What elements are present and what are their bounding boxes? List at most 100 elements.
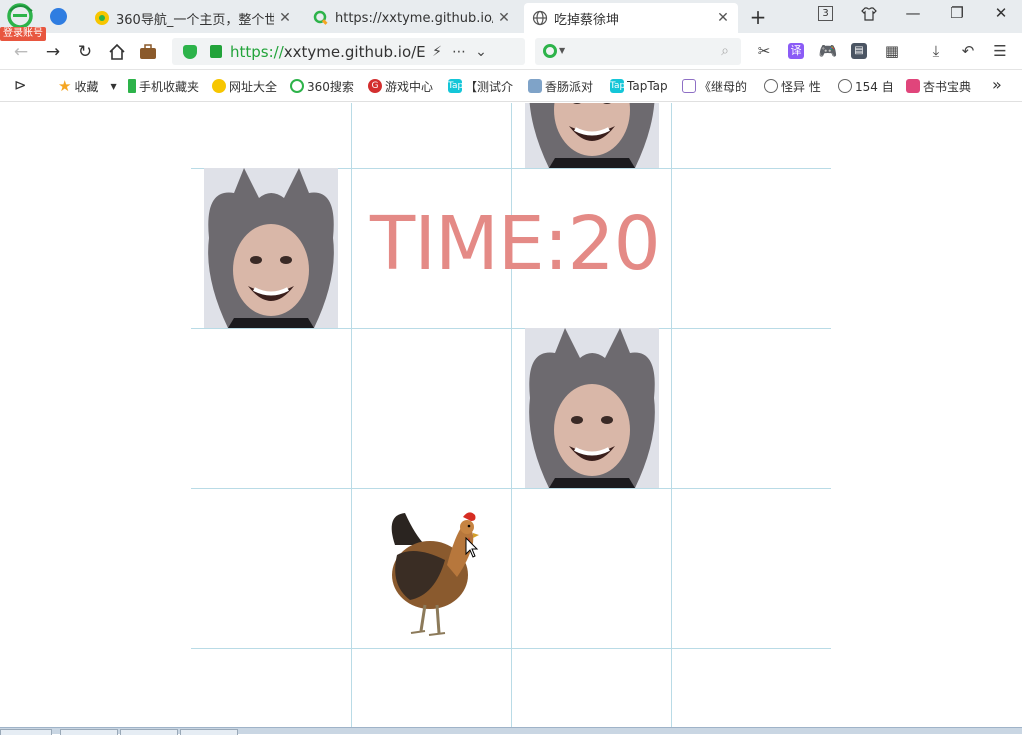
- bookmarks-bar: ⊳ ★ 收藏 ▼ 手机收藏夹 网址大全 360搜索 G 游戏中心 Tap 【测试介 香肠…: [0, 70, 1022, 102]
- bookmark-taptap[interactable]: Tap TapTap: [610, 77, 676, 95]
- star-icon: ★: [58, 77, 72, 95]
- bookmark-url-directory[interactable]: 网址大全: [212, 77, 284, 95]
- tab-title: 360导航_一个主页，整个世界: [116, 12, 274, 28]
- back-arrow-icon[interactable]: ←: [10, 41, 32, 63]
- book-icon: [906, 79, 920, 93]
- bookmark-book[interactable]: 杏书宝典: [906, 77, 976, 95]
- login-badge[interactable]: 登录账号: [0, 27, 46, 41]
- url-text[interactable]: https://xxtyme.github.io/EatC: [230, 43, 426, 61]
- tab-eat-game[interactable]: 吃掉蔡徐坤 ✕: [524, 3, 738, 33]
- tab-close-icon[interactable]: ✕: [278, 10, 292, 26]
- face-tile[interactable]: [204, 168, 338, 328]
- bookmark-label: 《继母的: [699, 79, 748, 94]
- bookmark-label: 收藏: [74, 79, 99, 94]
- chicken-tile[interactable]: [385, 505, 481, 641]
- download-icon[interactable]: ⤓: [926, 42, 946, 60]
- globe-icon: [838, 79, 852, 93]
- tab-title: https://xxtyme.github.io/EatC: [335, 10, 493, 26]
- tab-count-badge[interactable]: 3: [818, 6, 833, 21]
- apps-grid-icon[interactable]: ▦: [882, 42, 902, 60]
- reload-icon[interactable]: ↻: [74, 41, 96, 63]
- bookmark-strange[interactable]: 怪异 性: [764, 77, 826, 95]
- home-icon[interactable]: [108, 43, 126, 61]
- taskbar-start[interactable]: [0, 729, 52, 735]
- bookmark-sausage-party[interactable]: 香肠派对: [528, 77, 598, 95]
- bilibili-icon: [682, 79, 696, 93]
- face-tile[interactable]: [525, 328, 659, 488]
- engine-dropdown-icon[interactable]: ▼: [559, 46, 565, 55]
- bookmark-label: 手机收藏夹: [139, 79, 200, 94]
- tab-close-icon[interactable]: ✕: [497, 10, 511, 26]
- chevron-down-icon[interactable]: ⌄: [470, 44, 492, 60]
- lock-icon[interactable]: [210, 45, 222, 58]
- bookmark-label: 【测试介: [465, 79, 514, 94]
- bookmark-label: TapTap: [627, 79, 668, 93]
- new-tab-button[interactable]: +: [748, 5, 768, 29]
- bookmark-mobile-favorites[interactable]: 手机收藏夹: [128, 77, 206, 95]
- tab-title: 吃掉蔡徐坤: [554, 12, 620, 28]
- tab-close-icon[interactable]: ✕: [716, 10, 730, 26]
- search-favicon-icon: [313, 10, 328, 25]
- bookmark-360-search[interactable]: 360搜索: [290, 77, 360, 95]
- gamepad-icon[interactable]: 🎮: [818, 42, 838, 60]
- os-taskbar: [0, 727, 1022, 735]
- bookmark-game-center[interactable]: G 游戏中心: [368, 77, 440, 95]
- address-bar[interactable]: https://xxtyme.github.io/EatC ⚡ ⋯ ⌄: [172, 38, 525, 65]
- close-window-button[interactable]: ✕: [990, 4, 1012, 24]
- image-icon: [528, 79, 542, 93]
- bookmark-stepmother[interactable]: 《继母的: [682, 77, 752, 95]
- taskbar-app[interactable]: [120, 729, 178, 735]
- search-box[interactable]: ▼ ⌕: [535, 38, 741, 65]
- undo-icon[interactable]: ↶: [958, 42, 978, 60]
- search-icon[interactable]: ⌕: [721, 43, 729, 59]
- mouse-cursor-icon: [465, 537, 479, 558]
- globe-icon: [764, 79, 778, 93]
- taskbar-app[interactable]: [60, 729, 118, 735]
- browser-toolbar: ← → ↻ https://xxtyme.github.io/EatC ⚡ ⋯ …: [0, 33, 1022, 70]
- face-tile[interactable]: [525, 103, 659, 168]
- globe-favicon-icon: [532, 10, 548, 26]
- bookmark-label: 154 自: [855, 79, 894, 94]
- taptap-icon: Tap: [448, 79, 464, 93]
- tab-360-navigation[interactable]: 360导航_一个主页，整个世界 ✕: [86, 3, 300, 33]
- tab-strip: 登录账号 360导航_一个主页，整个世界 ✕ https://xxtyme.gi…: [0, 0, 1022, 41]
- 360-nav-icon: [212, 79, 226, 93]
- 360-search-icon: [290, 79, 304, 93]
- scissors-icon[interactable]: ✂: [754, 42, 774, 60]
- bookmark-test[interactable]: Tap 【测试介: [448, 77, 518, 95]
- url-host: xxtyme.github.io/EatC: [283, 42, 426, 61]
- menu-icon[interactable]: ☰: [990, 42, 1010, 60]
- more-options-icon[interactable]: ⋯: [448, 44, 470, 60]
- bookmark-label: 怪异 性: [781, 79, 821, 94]
- reader-icon[interactable]: ▤: [851, 43, 867, 59]
- minimize-button[interactable]: —: [902, 4, 924, 24]
- forward-arrow-icon[interactable]: →: [42, 41, 64, 63]
- bookmark-label: 杏书宝典: [923, 79, 972, 94]
- shirt-skin-icon[interactable]: [861, 6, 877, 22]
- taptap-icon: Tap: [610, 79, 626, 93]
- bookmark-154[interactable]: 154 自: [838, 77, 896, 95]
- phone-icon: [128, 79, 136, 93]
- sidebar-toggle-icon[interactable]: ⊳: [14, 76, 27, 94]
- grid-line: [191, 648, 831, 649]
- bookmark-favorites[interactable]: ★ 收藏 ▼: [58, 77, 130, 95]
- grid-line: [351, 103, 352, 727]
- 360-favicon-icon: [95, 11, 109, 25]
- tab-github-page[interactable]: https://xxtyme.github.io/EatC ✕: [305, 3, 519, 33]
- briefcase-icon[interactable]: [139, 43, 157, 61]
- bookmark-label: 香肠派对: [545, 79, 594, 94]
- translate-icon[interactable]: 译: [788, 43, 804, 59]
- restore-button[interactable]: ❐: [946, 4, 968, 24]
- security-shield-icon[interactable]: [183, 44, 197, 59]
- lightning-icon[interactable]: ⚡: [426, 44, 448, 60]
- grid-line: [191, 488, 831, 489]
- bookmark-label: 360搜索: [307, 79, 354, 94]
- dropdown-arrow-icon[interactable]: ▼: [110, 82, 116, 91]
- pinned-tab-icon[interactable]: [50, 8, 67, 25]
- game-board: TIME:20: [0, 103, 1022, 727]
- bookmarks-more-button[interactable]: »: [992, 75, 1002, 94]
- taskbar-app[interactable]: [180, 729, 238, 735]
- search-engine-logo-icon[interactable]: [543, 44, 557, 58]
- grid-line: [671, 103, 672, 727]
- browser-logo-icon[interactable]: [6, 3, 34, 29]
